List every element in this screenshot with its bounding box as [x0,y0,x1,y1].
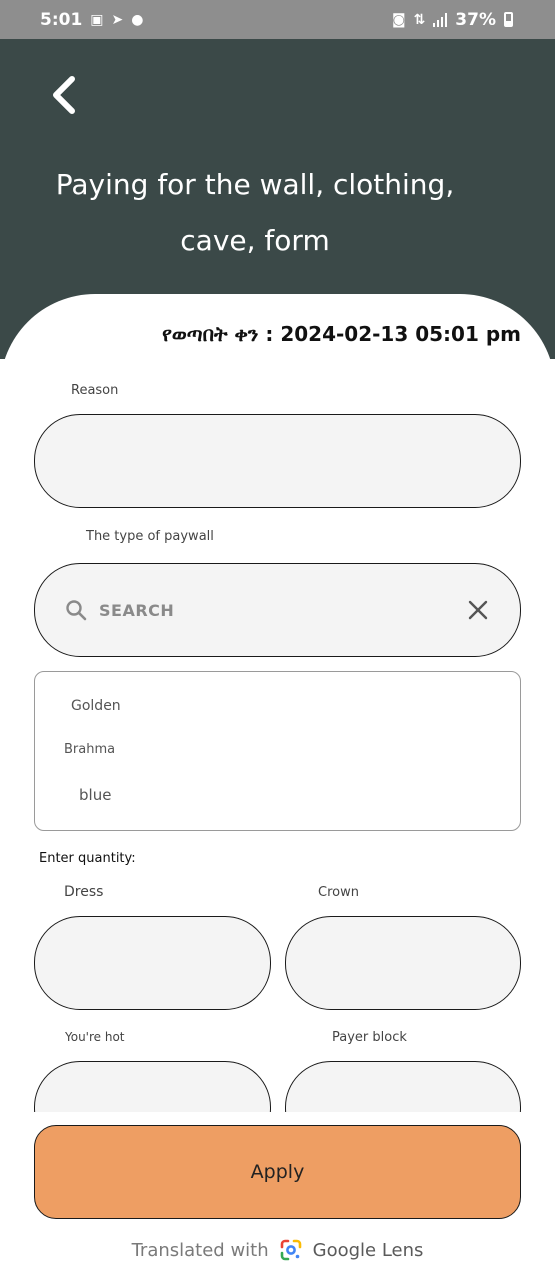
page-title-line1: Paying for the wall, clothing, [55,168,455,201]
crown-field[interactable] [285,916,521,1010]
translation-footer: Translated with Google Lens [0,1234,555,1266]
chevron-left-icon [53,76,75,114]
footer-brand: Google Lens [312,1239,424,1261]
gallery-icon: ▣ [90,11,104,28]
search-input[interactable] [99,600,466,620]
apply-button[interactable]: Apply [34,1125,521,1219]
crown-input[interactable] [286,917,520,1009]
payer-block-label: Payer block [332,1030,407,1045]
options-list: Golden Brahma blue [34,671,521,831]
network-type-icon: ⇅ [413,11,426,28]
battery-percent: 37% [455,9,496,30]
footer-prefix: Translated with [131,1239,269,1261]
signal-icon [433,12,448,27]
reason-input[interactable] [35,415,520,507]
option-blue[interactable]: blue [79,786,111,804]
status-bar: 5:01 ▣ ➤ ● ◙ ⇅ 37% [0,0,555,39]
option-brahma[interactable]: Brahma [64,742,115,757]
search-icon [66,600,87,621]
option-golden[interactable]: Golden [71,698,121,714]
dress-label: Dress [64,884,104,900]
reason-field[interactable] [34,414,521,508]
status-right: ◙ ⇅ 37% [392,10,513,30]
page-title-line2: cave, form [180,224,330,257]
issue-date: የወጣበት ቀን : 2024-02-13 05:01 pm [162,322,521,346]
battery-icon [504,12,513,27]
page-title: Paying for the wall, clothing, cave, for… [40,157,470,269]
crown-label: Crown [318,885,359,900]
app-notification-icon: ● [131,11,144,28]
quantity-label: Enter quantity: [39,851,136,866]
youre-hot-label: You're hot [65,1030,125,1044]
close-icon [468,600,488,620]
paywall-type-label: The type of paywall [86,529,214,544]
data-saver-icon: ◙ [391,11,406,28]
dress-input[interactable] [35,917,270,1009]
reason-label: Reason [71,383,119,398]
telegram-icon: ➤ [111,11,124,28]
back-button[interactable] [42,73,86,117]
status-left: 5:01 ▣ ➤ ● [40,10,143,30]
search-field[interactable] [34,563,521,657]
dress-field[interactable] [34,916,271,1010]
status-time: 5:01 [40,9,83,30]
google-lens-icon [280,1239,301,1261]
clear-search-button[interactable] [466,598,490,622]
